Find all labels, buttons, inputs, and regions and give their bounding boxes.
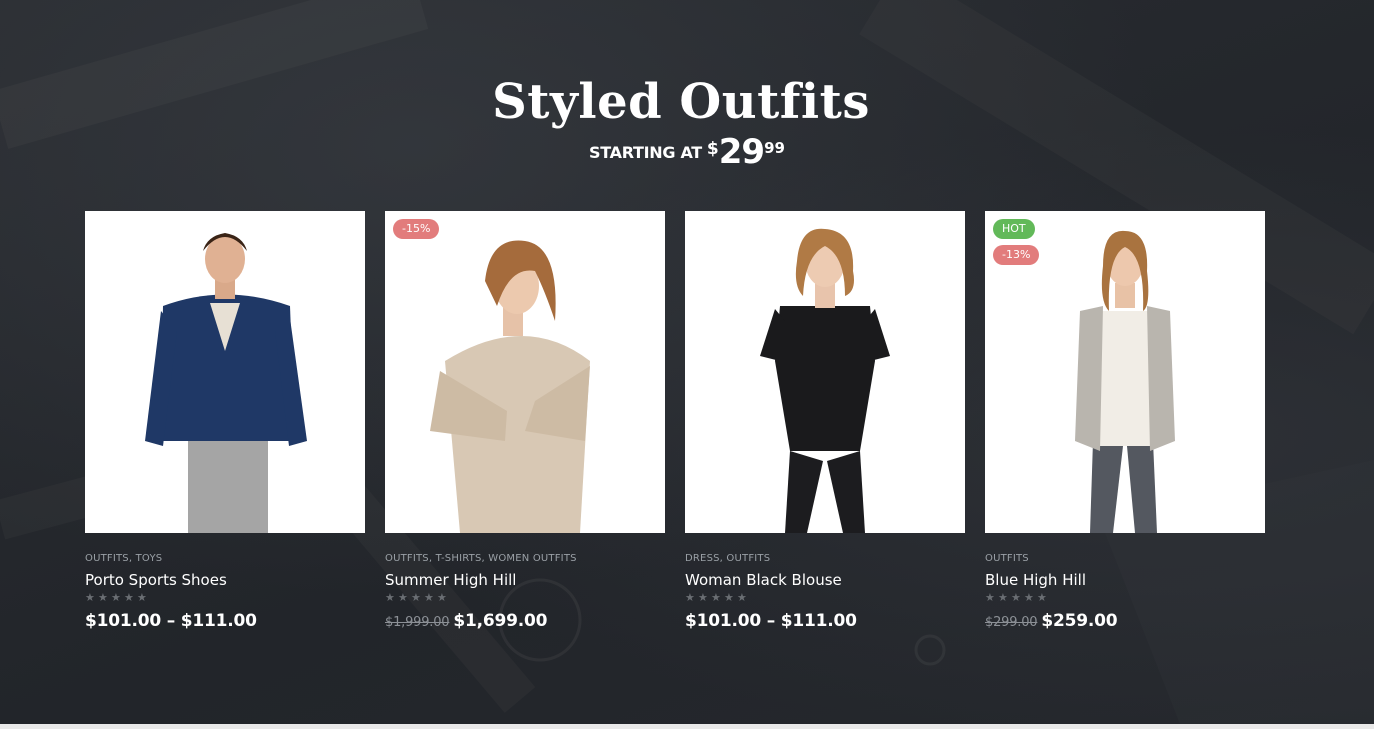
old-price: $1,999.00: [385, 615, 450, 630]
product-name[interactable]: Blue High Hill: [985, 571, 1265, 589]
section-heading: Styled Outfits STARTING AT $ 29 99: [0, 74, 1374, 172]
product-image[interactable]: [85, 211, 365, 533]
star-rating: ★ ★ ★ ★ ★: [385, 593, 665, 604]
product-card[interactable]: DRESS, OUTFITS Woman Black Blouse ★ ★ ★ …: [685, 211, 965, 631]
hot-badge: HOT: [993, 219, 1035, 239]
star-icon: ★: [85, 592, 95, 604]
starting-price: STARTING AT $ 29 99: [589, 132, 785, 172]
star-icon: ★: [1011, 592, 1021, 604]
star-icon: ★: [985, 592, 995, 604]
product-price: $101.00 – $111.00: [685, 611, 965, 631]
star-icon: ★: [385, 592, 395, 604]
star-rating: ★ ★ ★ ★ ★: [685, 593, 965, 604]
star-icon: ★: [137, 592, 147, 604]
product-categories[interactable]: OUTFITS, T-SHIRTS, WOMEN OUTFITS: [385, 553, 665, 565]
product-categories[interactable]: OUTFITS: [985, 553, 1265, 565]
product-name[interactable]: Woman Black Blouse: [685, 571, 965, 589]
product-image[interactable]: [685, 211, 965, 533]
price-cents: 99: [764, 139, 785, 157]
product-price: $299.00 $259.00: [985, 611, 1265, 631]
product-card[interactable]: HOT -13% OUTFITS Blue High Hill ★ ★ ★ ★ …: [985, 211, 1265, 631]
star-icon: ★: [111, 592, 121, 604]
product-image[interactable]: -15%: [385, 211, 665, 533]
discount-badge: -13%: [993, 245, 1040, 265]
promo-banner: Styled Outfits STARTING AT $ 29 99 OUTFI…: [0, 0, 1374, 724]
star-icon: ★: [737, 592, 747, 604]
star-icon: ★: [998, 592, 1008, 604]
woman-cardigan-photo: [430, 240, 590, 533]
woman-black-jumpsuit-photo: [760, 228, 890, 533]
price-whole: 29: [718, 132, 765, 172]
star-icon: ★: [437, 592, 447, 604]
product-card[interactable]: OUTFITS, TOYS Porto Sports Shoes ★ ★ ★ ★…: [85, 211, 365, 631]
star-icon: ★: [724, 592, 734, 604]
current-price: $101.00 – $111.00: [85, 611, 257, 631]
star-icon: ★: [398, 592, 408, 604]
product-categories[interactable]: OUTFITS, TOYS: [85, 553, 365, 565]
product-price: $1,999.00 $1,699.00: [385, 611, 665, 631]
section-title: Styled Outfits: [492, 74, 870, 130]
star-icon: ★: [1024, 592, 1034, 604]
product-name[interactable]: Porto Sports Shoes: [85, 571, 365, 589]
man-blazer-photo: [145, 233, 307, 533]
old-price: $299.00: [985, 615, 1038, 630]
page-bottom-divider: [0, 724, 1374, 729]
price-currency: $: [706, 139, 719, 159]
current-price: $101.00 – $111.00: [685, 611, 857, 631]
starting-at-label: STARTING AT: [589, 143, 702, 162]
star-rating: ★ ★ ★ ★ ★: [985, 593, 1265, 604]
star-icon: ★: [98, 592, 108, 604]
product-categories[interactable]: DRESS, OUTFITS: [685, 553, 965, 565]
current-price: $1,699.00: [453, 611, 548, 631]
star-icon: ★: [711, 592, 721, 604]
product-image[interactable]: HOT -13%: [985, 211, 1265, 533]
star-rating: ★ ★ ★ ★ ★: [85, 593, 365, 604]
discount-badge: -15%: [393, 219, 440, 239]
current-price: $259.00: [1041, 611, 1118, 631]
star-icon: ★: [424, 592, 434, 604]
star-icon: ★: [411, 592, 421, 604]
star-icon: ★: [685, 592, 695, 604]
star-icon: ★: [1037, 592, 1047, 604]
product-price: $101.00 – $111.00: [85, 611, 365, 631]
star-icon: ★: [124, 592, 134, 604]
product-card[interactable]: -15% OUTFITS, T-SHIRTS, WOMEN OUTFITS Su…: [385, 211, 665, 631]
star-icon: ★: [698, 592, 708, 604]
product-name[interactable]: Summer High Hill: [385, 571, 665, 589]
